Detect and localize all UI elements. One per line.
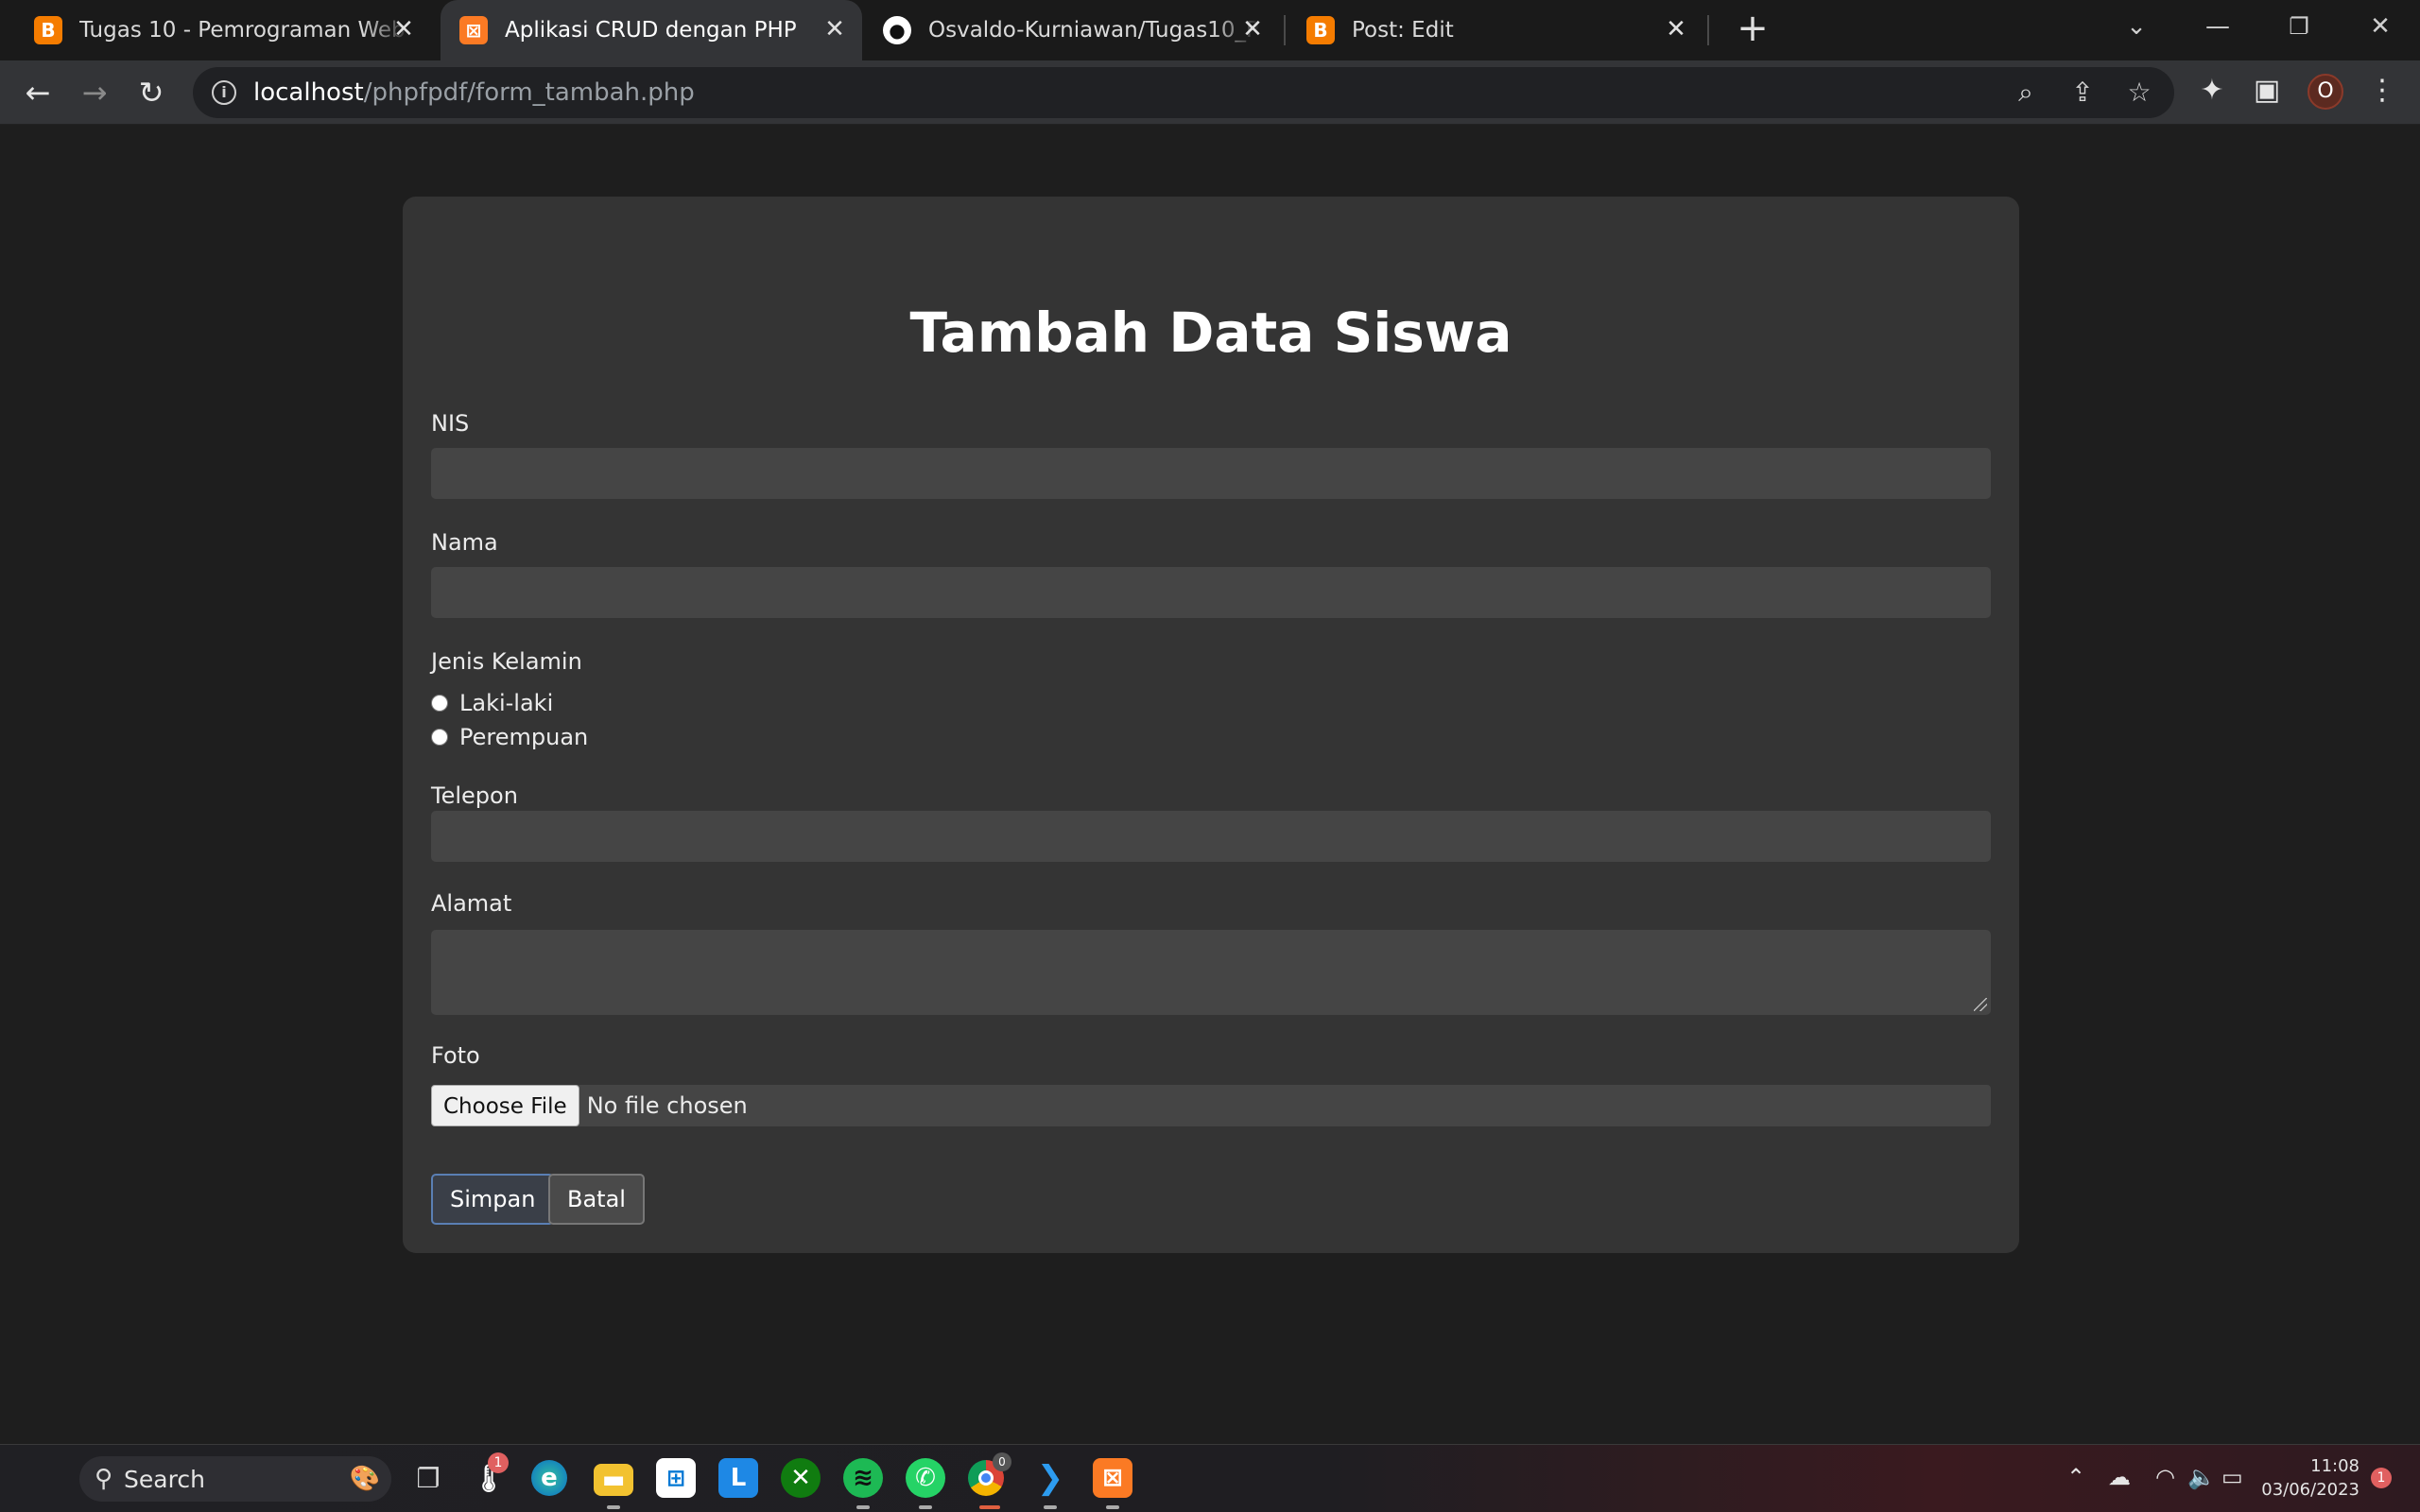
nama-input[interactable] <box>431 567 1991 618</box>
xampp-icon: ⊠ <box>459 16 488 44</box>
tab-github[interactable]: ● Osvaldo-Kurniawan/Tugas10_PW ✕ <box>864 0 1280 60</box>
tab-strip: B Tugas 10 - Pemrograman Web (A ✕ ⊠ Apli… <box>0 0 2420 60</box>
foto-label: Foto <box>431 1042 480 1069</box>
profile-avatar[interactable]: O <box>2308 74 2343 110</box>
jenis-kelamin-label: Jenis Kelamin <box>431 648 582 675</box>
nama-label: Nama <box>431 529 498 556</box>
tab-separator <box>1284 15 1286 45</box>
radio-label: Laki-laki <box>459 690 554 716</box>
close-icon[interactable]: ✕ <box>389 16 418 44</box>
whatsapp-icon[interactable]: ✆ <box>906 1458 945 1498</box>
file-explorer-icon[interactable]: ▬ <box>594 1464 633 1496</box>
radio-laki-laki[interactable]: Laki-laki <box>431 690 553 716</box>
volume-icon[interactable]: 🔈 <box>2187 1464 2216 1490</box>
running-indicator <box>856 1505 870 1509</box>
form-card: Tambah Data Siswa NIS Nama Jenis Kelamin… <box>403 197 2019 1253</box>
wifi-icon[interactable]: ◠ <box>2155 1464 2175 1490</box>
edge-icon[interactable]: e <box>531 1460 567 1496</box>
tab-aplikasi-crud[interactable]: ⊠ Aplikasi CRUD dengan PHP ✕ <box>441 0 862 60</box>
file-status: No file chosen <box>586 1092 748 1119</box>
reload-button[interactable]: ↻ <box>132 74 170 112</box>
nis-input[interactable] <box>431 448 1991 499</box>
bookmark-star-icon[interactable]: ☆ <box>2125 78 2153 107</box>
nis-label: NIS <box>431 410 470 437</box>
foto-file-input[interactable]: Choose File No file chosen <box>431 1085 1991 1126</box>
tab-post-edit[interactable]: B Post: Edit ✕ <box>1288 0 1703 60</box>
url-text[interactable]: localhost/phpfpdf/form_tambah.php <box>253 78 695 107</box>
radio-button[interactable] <box>431 729 448 746</box>
address-bar[interactable]: i localhost/phpfpdf/form_tambah.php ⌕ ⇪ … <box>193 67 2174 118</box>
tab-title: Aplikasi CRUD dengan PHP <box>505 18 797 43</box>
telepon-label: Telepon <box>431 782 518 809</box>
simpan-button[interactable]: Simpan <box>431 1174 555 1225</box>
close-icon[interactable]: ✕ <box>1662 16 1690 44</box>
running-indicator <box>919 1505 932 1509</box>
weather-badge: 1 <box>488 1452 509 1473</box>
tab-search-button[interactable]: ⌄ <box>2116 8 2157 45</box>
radio-button[interactable] <box>431 695 448 712</box>
app-l-icon[interactable]: L <box>718 1458 758 1498</box>
search-highlight-icon: 🎨 <box>349 1465 380 1493</box>
microsoft-store-icon[interactable]: ⊞ <box>656 1458 696 1498</box>
xbox-icon[interactable]: ✕ <box>781 1458 821 1498</box>
browser-toolbar: ← → ↻ i localhost/phpfpdf/form_tambah.ph… <box>0 60 2420 125</box>
onedrive-icon[interactable]: ☁ <box>2108 1464 2131 1490</box>
batal-button[interactable]: Batal <box>548 1174 645 1225</box>
new-tab-button[interactable]: + <box>1734 9 1772 49</box>
page-content: Tambah Data Siswa NIS Nama Jenis Kelamin… <box>0 126 2420 1444</box>
tab-separator <box>1707 15 1709 45</box>
close-icon[interactable]: ✕ <box>1238 16 1267 44</box>
vscode-icon[interactable]: ❯ <box>1030 1458 1070 1498</box>
task-view-icon[interactable]: ❐ <box>408 1458 448 1498</box>
taskbar-search[interactable]: ⚲ Search 🎨 <box>79 1456 391 1502</box>
chrome-center <box>978 1470 994 1486</box>
clock-date: 03/06/2023 <box>2261 1480 2360 1500</box>
menu-icon[interactable]: ⋮ <box>2365 74 2399 108</box>
tab-title: Osvaldo-Kurniawan/Tugas10_PW <box>928 18 1261 43</box>
taskbar: ⚲ Search 🎨 ❐ 🌡 1 e ▬ ⊞ L ✕ ≋ ✆ 0 ❯ ⊠ ⌃ ☁… <box>0 1444 2420 1512</box>
share-icon[interactable]: ⇪ <box>2068 78 2097 107</box>
github-icon: ● <box>883 16 911 44</box>
alamat-textarea[interactable] <box>431 930 1991 1015</box>
search-label: Search <box>124 1465 205 1493</box>
running-indicator <box>1106 1505 1119 1509</box>
url-host: localhost <box>253 78 364 107</box>
alamat-label: Alamat <box>431 890 512 917</box>
url-path: /phpfpdf/form_tambah.php <box>363 78 695 107</box>
window-close-button[interactable]: ✕ <box>2360 8 2401 45</box>
page-title: Tambah Data Siswa <box>909 301 1512 365</box>
running-indicator <box>1044 1505 1057 1509</box>
back-button[interactable]: ← <box>19 74 57 112</box>
info-icon[interactable]: i <box>212 80 236 105</box>
telepon-input[interactable] <box>431 811 1991 862</box>
zoom-out-icon[interactable]: ⌕ <box>2012 78 2040 107</box>
battery-icon[interactable]: ▭ <box>2221 1464 2243 1490</box>
tray-overflow-icon[interactable]: ⌃ <box>2066 1464 2085 1490</box>
side-panel-icon[interactable]: ▣ <box>2250 74 2284 108</box>
tab-title: Post: Edit <box>1352 18 1454 43</box>
forward-button[interactable]: → <box>76 74 113 112</box>
blogger-icon: B <box>1306 16 1335 44</box>
tab-title: Tugas 10 - Pemrograman Web (A <box>79 18 412 43</box>
clock[interactable]: 11:08 03/06/2023 <box>2246 1454 2360 1502</box>
resize-handle[interactable] <box>1974 998 1987 1011</box>
close-icon[interactable]: ✕ <box>821 16 849 44</box>
extensions-icon[interactable]: ✦ <box>2195 74 2229 108</box>
windows-start-icon[interactable] <box>25 1460 62 1498</box>
clock-time: 11:08 <box>2310 1456 2360 1476</box>
choose-file-button[interactable]: Choose File <box>431 1085 579 1126</box>
spotify-icon[interactable]: ≋ <box>843 1458 883 1498</box>
notification-badge[interactable]: 1 <box>2371 1468 2392 1488</box>
xampp-taskbar-icon[interactable]: ⊠ <box>1093 1458 1132 1498</box>
restore-button[interactable]: ❐ <box>2278 8 2320 45</box>
minimize-button[interactable]: — <box>2197 8 2238 45</box>
chrome-badge: 0 <box>993 1452 1011 1471</box>
radio-perempuan[interactable]: Perempuan <box>431 724 588 750</box>
radio-label: Perempuan <box>459 724 589 750</box>
search-icon: ⚲ <box>95 1465 113 1493</box>
running-indicator <box>607 1505 620 1509</box>
tab-tugas10[interactable]: B Tugas 10 - Pemrograman Web (A ✕ <box>15 0 431 60</box>
running-indicator <box>979 1505 1000 1509</box>
blogger-icon: B <box>34 16 62 44</box>
